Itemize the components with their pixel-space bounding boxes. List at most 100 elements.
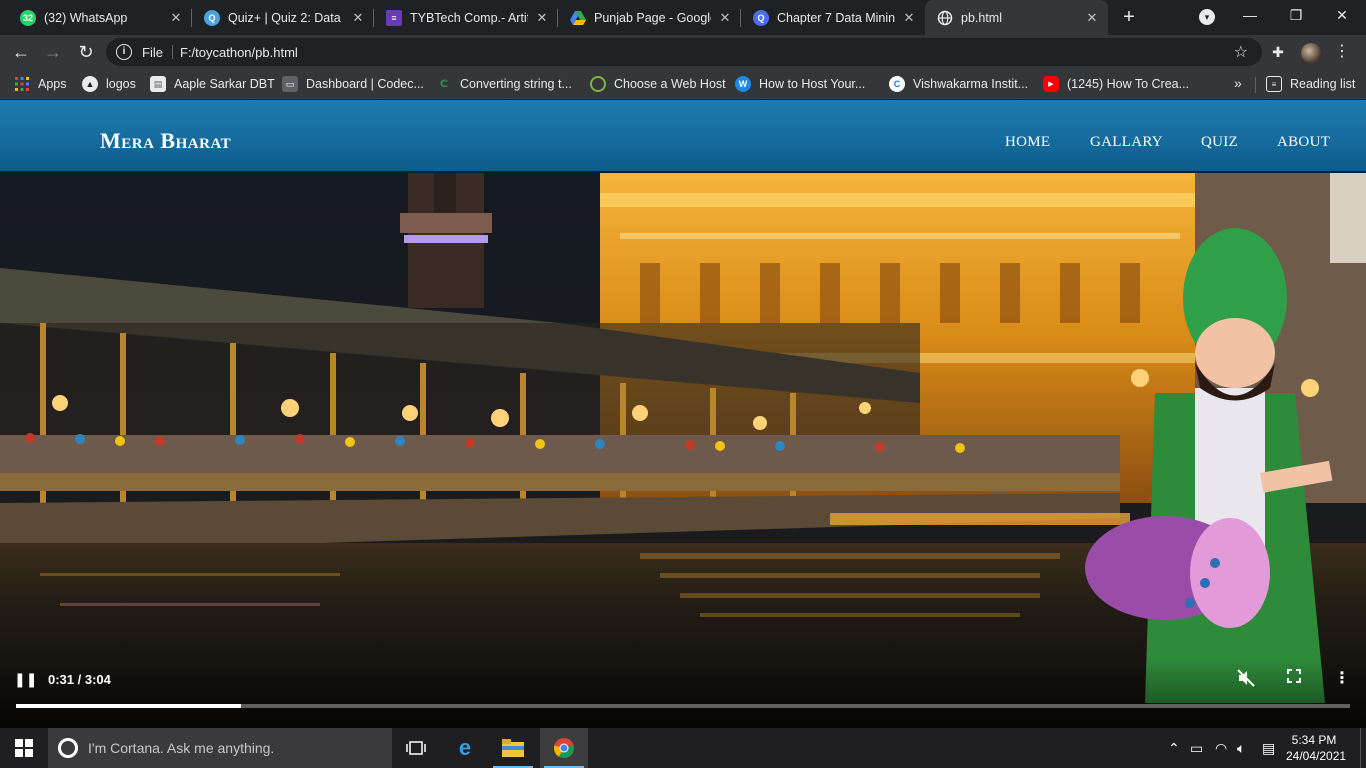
new-tab-button[interactable]: + <box>1118 6 1140 28</box>
tab-punjab-page[interactable]: Punjab Page - Google Drive ✕ <box>558 0 741 35</box>
windows-start-button[interactable] <box>0 728 48 768</box>
tab-quiz[interactable]: Q Quiz+ | Quiz 2: Data Mining ✕ <box>192 0 374 35</box>
cortana-icon <box>58 738 78 758</box>
quiz-icon: Q <box>204 9 220 26</box>
address-bar[interactable]: i File F:/toycathon/pb.html ☆ <box>106 38 1262 66</box>
bookmark-label: Vishwakarma Instit... <box>913 77 1029 91</box>
taskbar-edge[interactable]: e <box>441 728 489 768</box>
browser-toolbar: ← → ↻ i File F:/toycathon/pb.html ☆ ✚ ⋮ <box>0 35 1366 69</box>
nav-about[interactable]: ABOUT <box>1277 134 1330 151</box>
more-bookmarks-chevron-icon[interactable]: » <box>1234 75 1242 91</box>
site-navbar: Mera Bharat HOME GALLARY QUIZ ABOUT <box>0 100 1366 171</box>
gfg-icon: ᕦ <box>439 78 449 90</box>
pause-icon[interactable]: ❚❚ <box>14 669 37 689</box>
volume-icon[interactable]: 🔈︎ <box>1237 740 1245 757</box>
close-icon[interactable]: ✕ <box>534 10 550 26</box>
bookmark-dashboard[interactable]: ▭ Dashboard | Codec... <box>282 75 424 93</box>
close-window-button[interactable]: ✕ <box>1319 0 1365 32</box>
tab-title: Quiz+ | Quiz 2: Data Mining <box>228 10 344 25</box>
task-view-icon <box>406 741 426 755</box>
divider <box>172 45 173 59</box>
extensions-puzzle-icon[interactable]: ✚ <box>1270 44 1286 60</box>
close-icon[interactable]: ✕ <box>168 10 184 26</box>
web-page: Mera Bharat HOME GALLARY QUIZ ABOUT ❚❚ 0… <box>0 100 1366 728</box>
page-icon: ▤ <box>150 76 166 92</box>
bookmark-logos[interactable]: ▲ logos <box>82 75 136 93</box>
minimize-button[interactable]: — <box>1227 0 1273 32</box>
nav-gallary[interactable]: GALLARY <box>1090 134 1163 151</box>
url-scheme: File <box>142 45 163 60</box>
divider <box>1255 77 1256 93</box>
close-icon[interactable]: ✕ <box>901 10 917 26</box>
tab-tybtech[interactable]: ≡ TYBTech Comp.- Artificial ✕ <box>374 0 558 35</box>
youtube-icon: ▶ <box>1043 76 1059 92</box>
drive-icon <box>570 10 586 26</box>
reload-button[interactable]: ↻ <box>73 39 99 65</box>
tab-title: Punjab Page - Google Drive <box>594 10 711 25</box>
more-options-icon[interactable]: ⋮ <box>1334 669 1350 689</box>
bookmark-how-to-host[interactable]: W How to Host Your... <box>735 75 865 93</box>
nav-quiz[interactable]: QUIZ <box>1201 134 1238 151</box>
wifi-icon[interactable]: ◠ <box>1215 740 1227 757</box>
globe-icon <box>937 10 953 26</box>
action-center-icon[interactable]: ▤ <box>1262 740 1275 757</box>
close-icon[interactable]: ✕ <box>1084 10 1100 26</box>
bookmark-label: How to Host Your... <box>759 77 866 91</box>
bookmark-apps[interactable]: Apps <box>14 75 67 93</box>
apps-grid-icon <box>14 76 30 92</box>
video-progress-bar[interactable] <box>16 704 1350 708</box>
reading-list-button[interactable]: ≡ Reading list <box>1266 75 1355 93</box>
bookmark-youtube[interactable]: ▶ (1245) How To Crea... <box>1043 75 1189 93</box>
forward-button[interactable]: → <box>40 39 66 65</box>
restore-button[interactable]: ❐ <box>1273 0 1319 32</box>
tab-chapter7[interactable]: Q Chapter 7 Data Mining ✕ <box>741 0 925 35</box>
bookmark-aaple-sarkar[interactable]: ▤ Aaple Sarkar DBT <box>150 75 275 93</box>
taskbar-file-explorer[interactable] <box>489 728 537 768</box>
bookmark-web-host[interactable]: Choose a Web Host <box>590 75 726 93</box>
info-icon[interactable]: i <box>116 44 132 60</box>
golden-temple-frame <box>0 173 1366 728</box>
tab-pb-html[interactable]: pb.html ✕ <box>925 0 1108 35</box>
bookmark-star-icon[interactable]: ☆ <box>1234 42 1248 62</box>
taskbar-chrome[interactable] <box>540 728 588 768</box>
tab-whatsapp[interactable]: 32 (32) WhatsApp ✕ <box>8 0 192 35</box>
cortana-placeholder: I'm Cortana. Ask me anything. <box>88 740 275 756</box>
video-progress-fill <box>16 704 241 708</box>
battery-icon[interactable]: ▭ <box>1190 740 1203 757</box>
video-player[interactable]: ❚❚ 0:31 / 3:04 ⋮ <box>0 173 1366 728</box>
back-button[interactable]: ← <box>8 39 34 65</box>
reading-list-label: Reading list <box>1290 77 1356 91</box>
tab-strip: 32 (32) WhatsApp ✕ Q Quiz+ | Quiz 2: Dat… <box>0 0 1366 35</box>
tab-title: (32) WhatsApp <box>44 10 128 25</box>
logo-icon: ▲ <box>82 76 98 92</box>
system-clock[interactable]: 5:34 PM 24/04/2021 <box>1286 732 1346 764</box>
muted-speaker-icon[interactable] <box>1236 669 1256 689</box>
task-view-button[interactable] <box>392 728 440 768</box>
show-hidden-icons-chevron-icon[interactable]: ⌃ <box>1168 740 1180 757</box>
bookmark-label: Dashboard | Codec... <box>306 77 424 91</box>
tab-title: Chapter 7 Data Mining <box>777 10 895 25</box>
site-brand[interactable]: Mera Bharat <box>100 128 231 154</box>
url-text[interactable]: F:/toycathon/pb.html <box>180 45 298 60</box>
bookmark-label: Converting string t... <box>460 77 572 91</box>
chrome-menu-icon[interactable]: ⋮ <box>1334 41 1350 61</box>
nav-home[interactable]: HOME <box>1005 134 1050 151</box>
tab-title: pb.html <box>961 10 1002 25</box>
reading-list-icon: ≡ <box>1266 76 1282 92</box>
bookmark-label: Choose a Web Host <box>614 77 726 91</box>
edge-icon: e <box>458 735 472 760</box>
cortana-search-box[interactable]: I'm Cortana. Ask me anything. <box>48 728 392 768</box>
bookmark-label: (1245) How To Crea... <box>1067 77 1190 91</box>
bookmark-converting-string[interactable]: ᕦ Converting string t... <box>436 75 572 93</box>
close-icon[interactable]: ✕ <box>350 10 366 26</box>
crowd <box>0 435 1120 475</box>
c-icon: C <box>889 76 905 92</box>
bookmark-vishwakarma[interactable]: C Vishwakarma Instit... <box>889 75 1028 93</box>
windows-taskbar: I'm Cortana. Ask me anything. e ⌃ ▭ ◠ 🔈︎… <box>0 728 1366 768</box>
tab-search-icon[interactable]: ▾ <box>1199 9 1215 25</box>
profile-avatar[interactable] <box>1301 43 1321 63</box>
show-desktop-button[interactable] <box>1360 728 1366 768</box>
close-icon[interactable]: ✕ <box>717 10 733 26</box>
clock-time: 5:34 PM <box>1291 733 1337 747</box>
fullscreen-icon[interactable] <box>1284 669 1304 689</box>
